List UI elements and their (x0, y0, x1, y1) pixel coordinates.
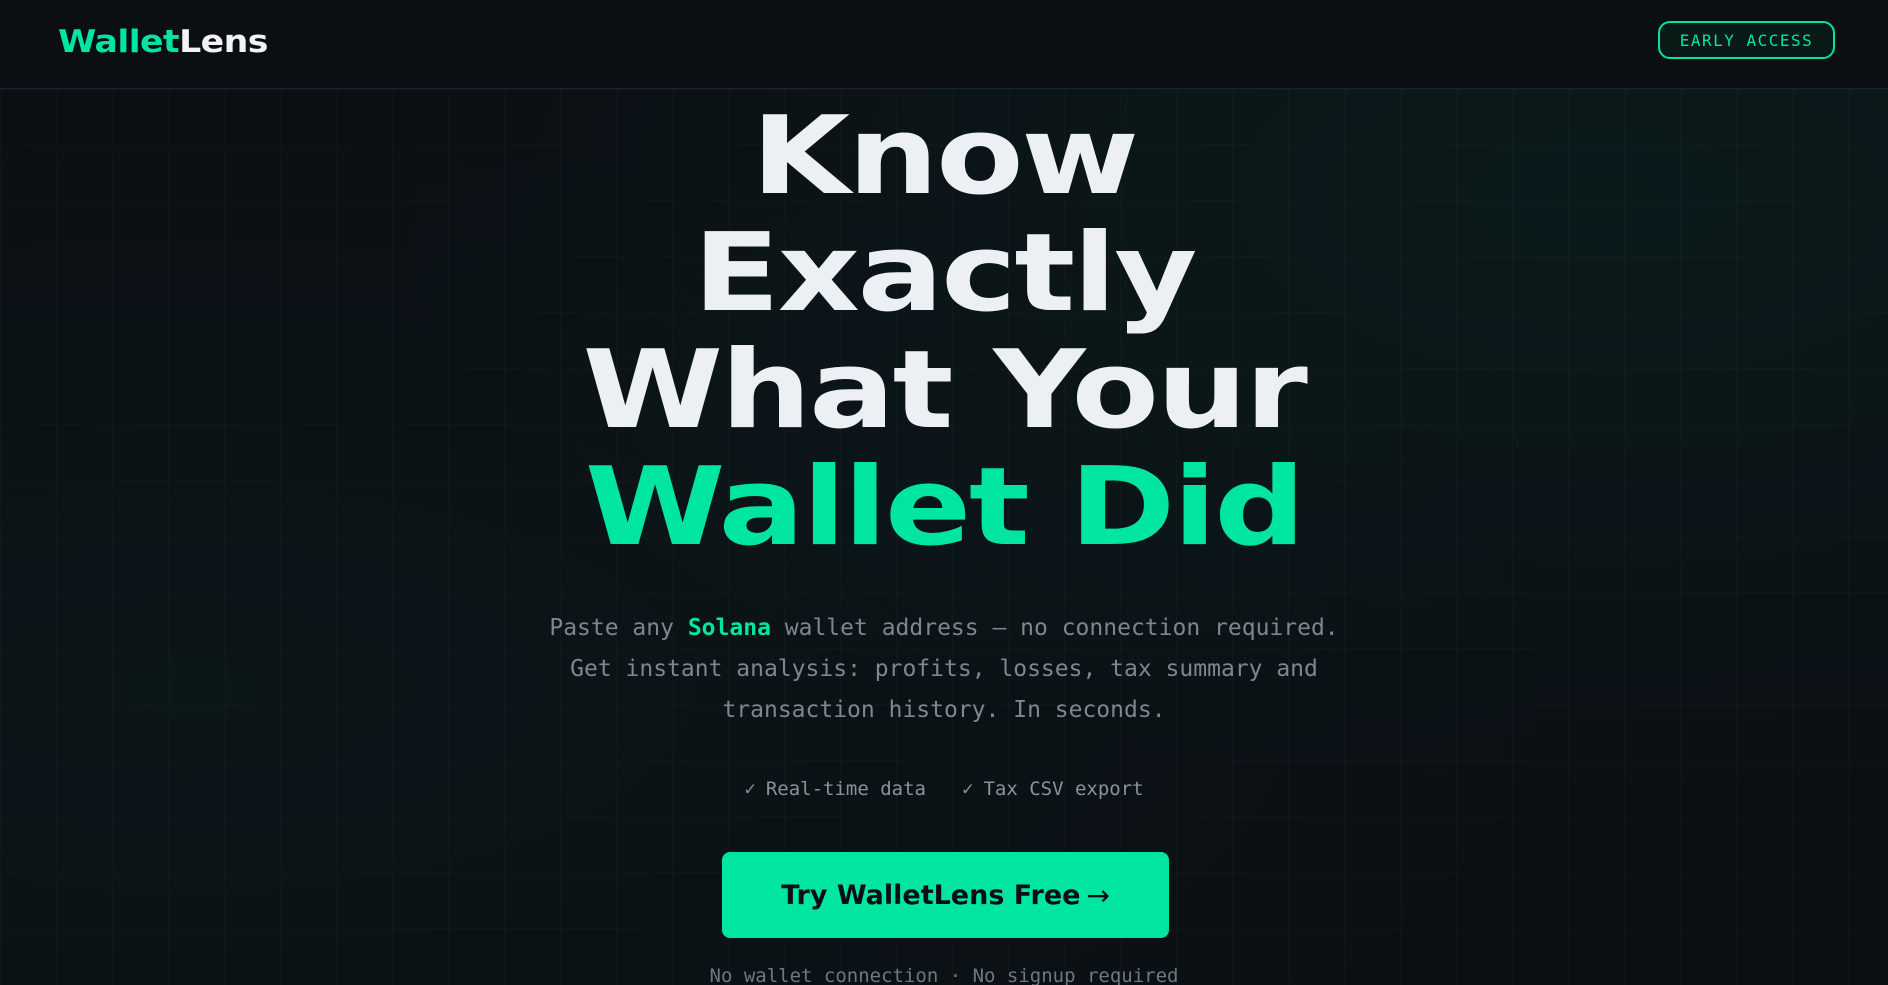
feature-label: Real-time data (765, 778, 926, 800)
solana-highlight: Solana (687, 615, 771, 641)
hero-title: Know Exactly What Your Wallet Did (344, 98, 1544, 566)
feature-item-real-time: ✓ Real-time data (744, 778, 926, 800)
hero-title-line-2: Exactly (693, 211, 1197, 336)
hero-subtitle: Paste any Solana wallet address — no con… (544, 608, 1344, 731)
hero-title-accent-line: Wallet Did (584, 445, 1306, 570)
subtitle-pre-text: Paste any (549, 615, 688, 641)
cta-footnote: No wallet connection · No signup require… (709, 965, 1179, 985)
logo-wallet-text: Wallet (58, 24, 180, 60)
arrow-right-icon: → (1086, 878, 1110, 912)
feature-item-tax-csv: ✓ Tax CSV export (962, 778, 1144, 800)
walletlens-logo[interactable]: WalletLens (58, 22, 268, 62)
top-nav: WalletLens EARLY ACCESS (0, 0, 1888, 89)
feature-label: Tax CSV export (983, 778, 1144, 800)
hero-title-line-1: Know (751, 94, 1139, 219)
feature-list: ✓ Real-time data ✓ Tax CSV export (644, 778, 1244, 800)
checkmark-icon: ✓ (962, 778, 974, 800)
hero-title-line-3: What Your (582, 328, 1307, 453)
try-walletlens-free-button[interactable]: Try WalletLens Free → (722, 852, 1169, 938)
logo-lens-text: Lens (179, 24, 268, 60)
checkmark-icon: ✓ (744, 778, 756, 800)
early-access-button[interactable]: EARLY ACCESS (1658, 21, 1835, 59)
cta-label: Try WalletLens Free (781, 879, 1081, 911)
